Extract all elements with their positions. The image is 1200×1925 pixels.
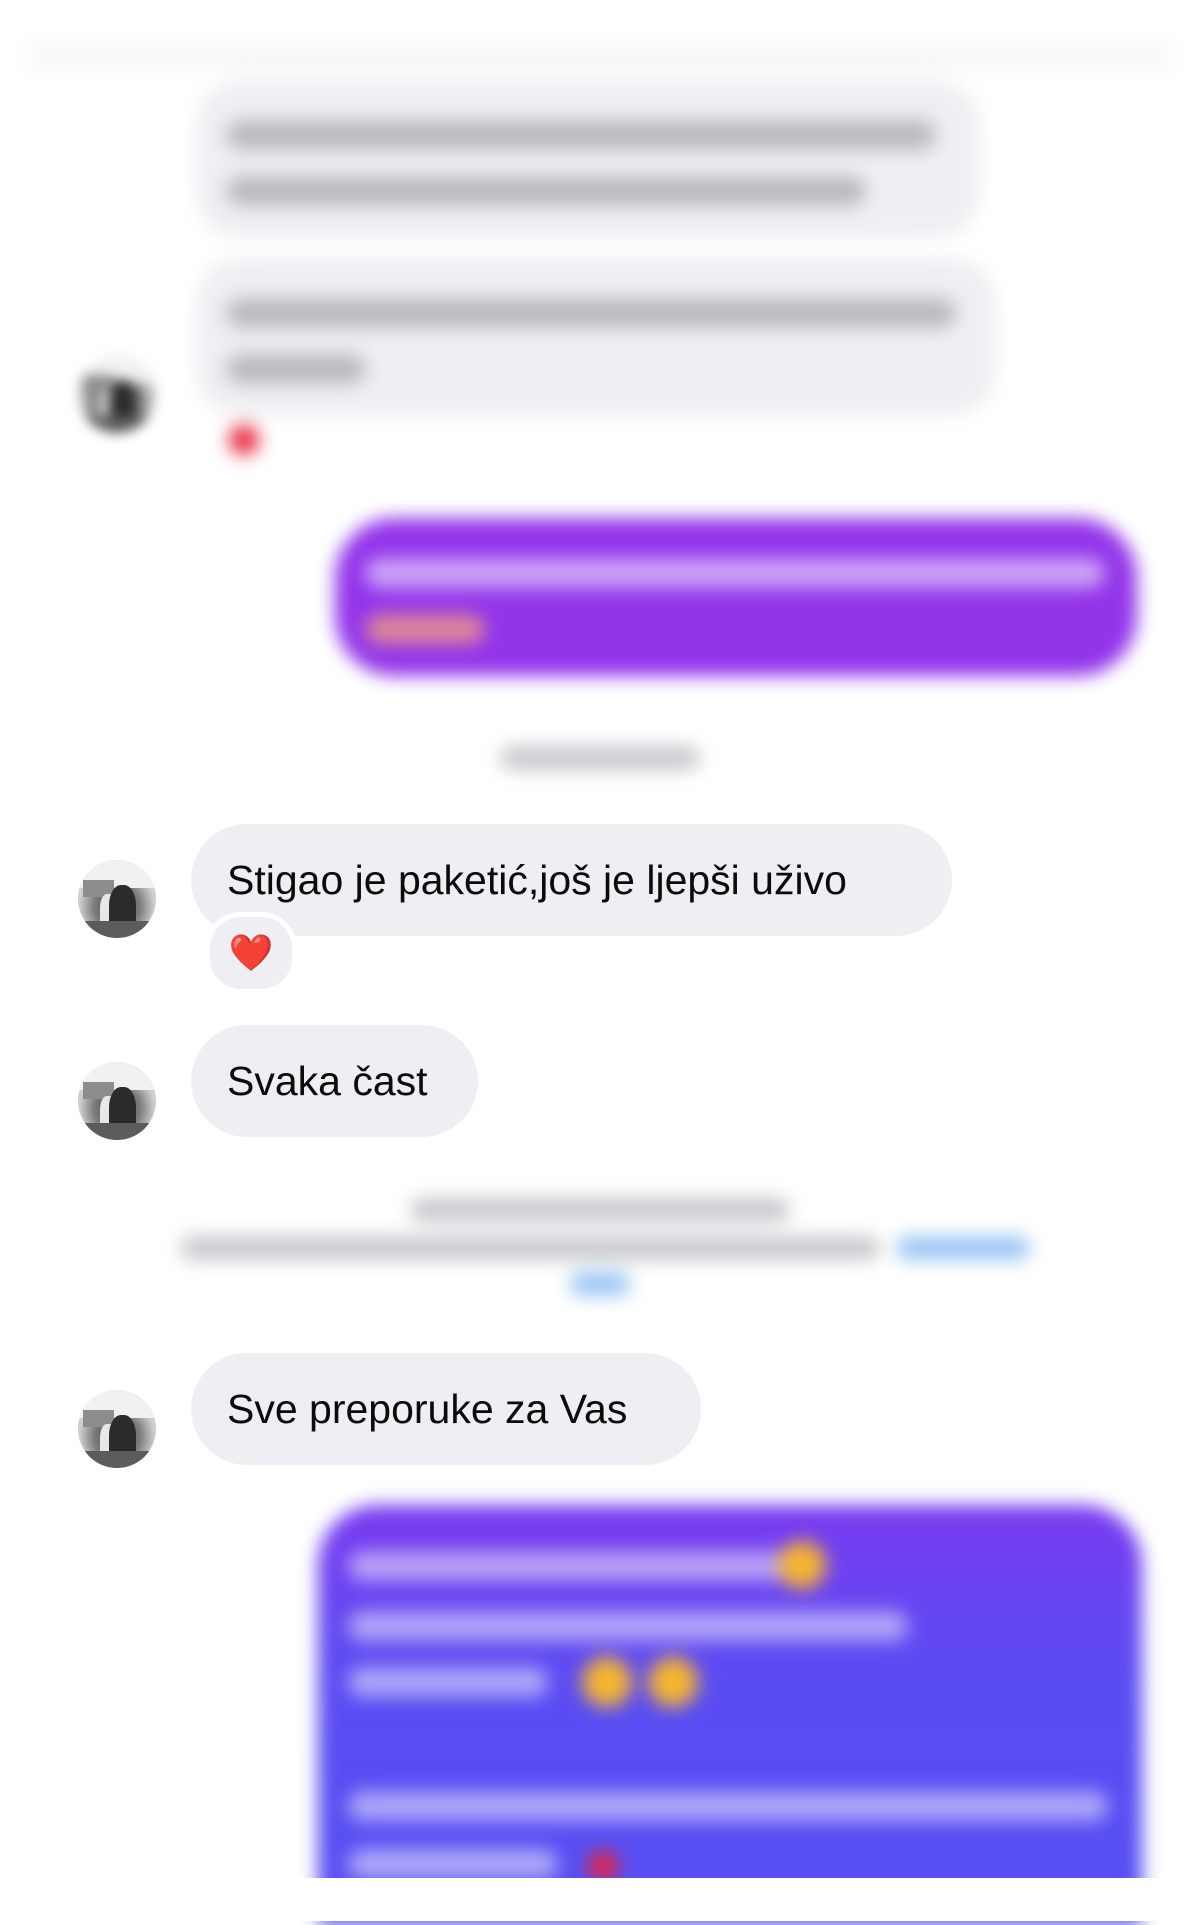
avatar[interactable] bbox=[78, 860, 156, 938]
bottom-edge bbox=[0, 1878, 1200, 1921]
obscured-timestamp bbox=[500, 746, 700, 772]
message-text: Sve preporuke za Vas bbox=[227, 1385, 628, 1432]
heart-reaction-icon[interactable]: ❤️ bbox=[205, 912, 297, 994]
obscured-message-incoming-2 bbox=[196, 258, 996, 416]
obscured-message-outgoing-1 bbox=[335, 518, 1137, 676]
avatar[interactable] bbox=[78, 1062, 156, 1140]
obscured-reaction-heart bbox=[224, 420, 264, 460]
avatar[interactable] bbox=[78, 355, 156, 433]
message-text: Svaka čast bbox=[227, 1057, 428, 1104]
message-bubble-incoming[interactable]: Stigao je paketić,još je ljepši uživo bbox=[191, 824, 952, 936]
message-bubble-incoming[interactable]: Svaka čast bbox=[191, 1025, 478, 1137]
obscured-message-incoming-1 bbox=[196, 80, 980, 238]
heart-emoji-icon: ❤️ bbox=[228, 932, 274, 973]
obscured-message-outgoing-2 bbox=[318, 1505, 1142, 1925]
message-bubble-incoming[interactable]: Sve preporuke za Vas bbox=[191, 1353, 701, 1465]
message-text: Stigao je paketić,još je ljepši uživo bbox=[227, 856, 847, 903]
header-fade bbox=[30, 44, 1170, 68]
avatar[interactable] bbox=[78, 1390, 156, 1468]
obscured-system-notice bbox=[170, 1190, 1030, 1300]
